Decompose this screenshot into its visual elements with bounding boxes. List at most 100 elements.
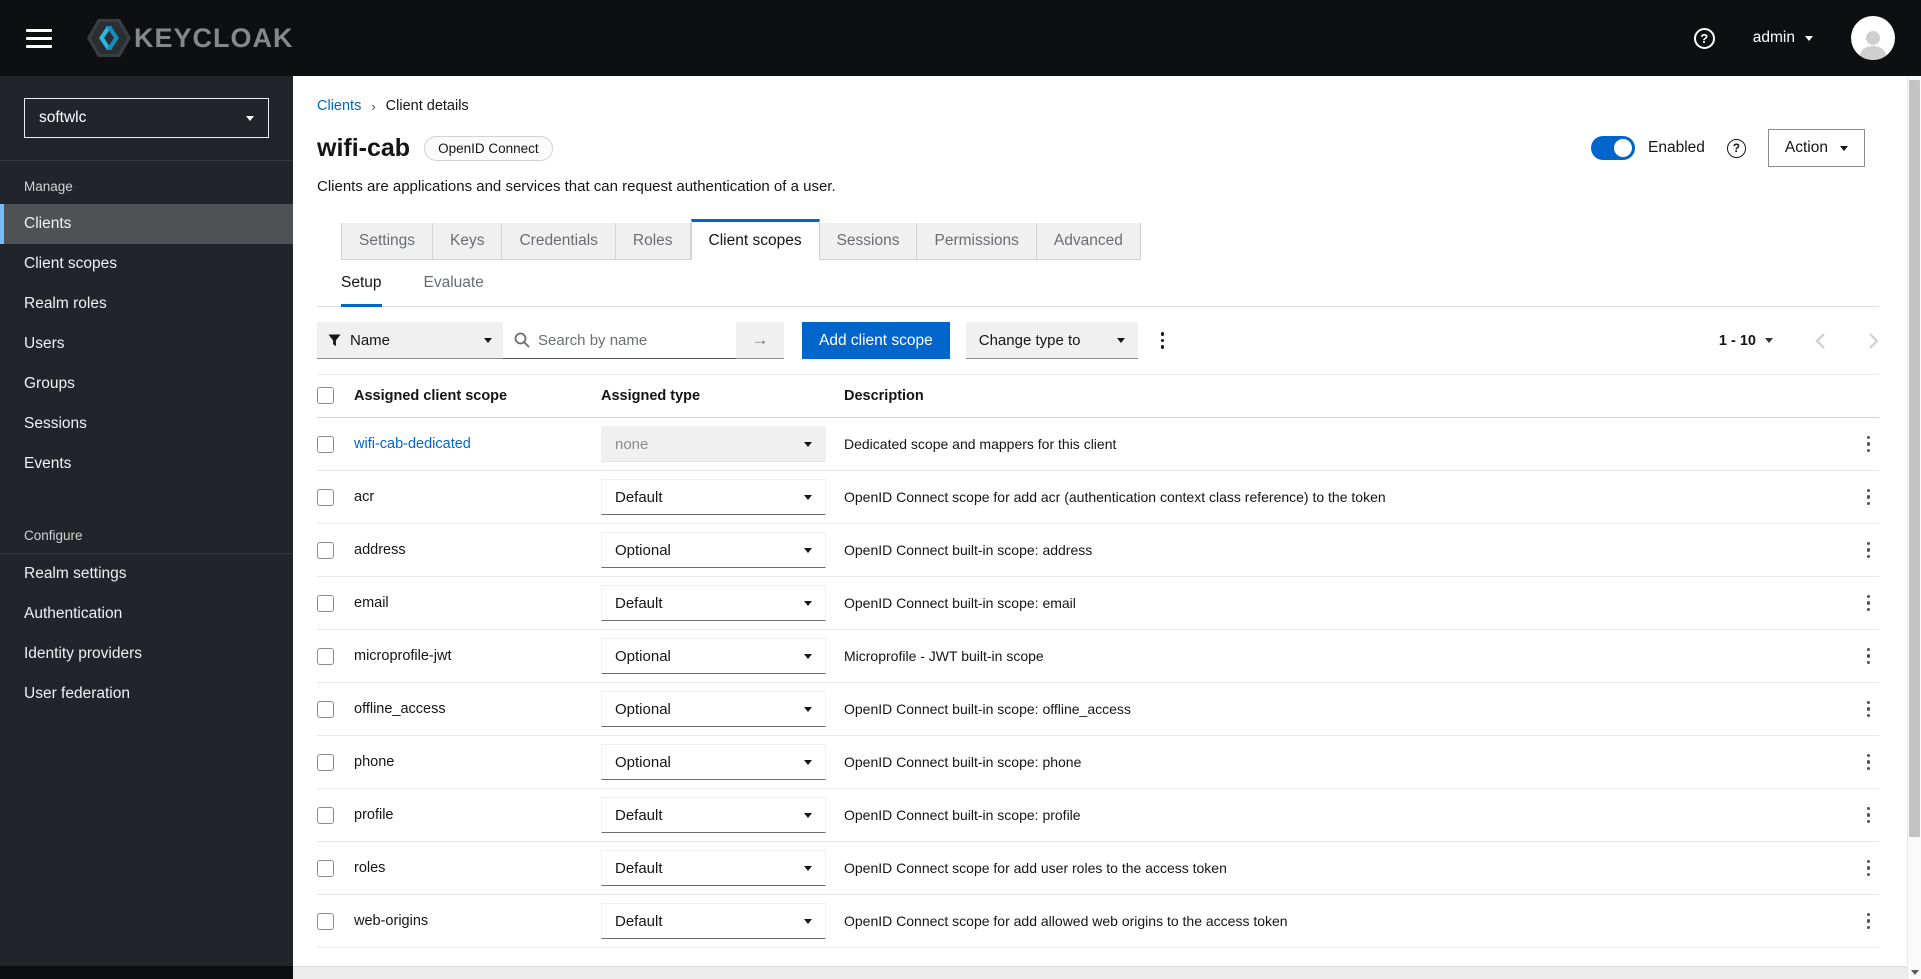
assigned-type-select[interactable]: Default (601, 850, 826, 886)
chevron-down-icon (1765, 338, 1773, 343)
person-icon (1859, 31, 1887, 60)
sidebar-item-identity-providers[interactable]: Identity providers (0, 634, 293, 674)
assigned-type-select[interactable]: Optional (601, 532, 826, 568)
assigned-type-select[interactable]: Default (601, 903, 826, 939)
scrollbar-down-arrow-icon[interactable] (1911, 970, 1919, 975)
action-dropdown[interactable]: Action (1767, 129, 1865, 167)
row-checkbox[interactable] (317, 541, 334, 559)
tab-keys[interactable]: Keys (433, 223, 503, 260)
pagination-range-dropdown[interactable]: 1 - 10 (1719, 333, 1773, 349)
tab-settings[interactable]: Settings (341, 223, 434, 260)
assigned-type-select[interactable]: Optional (601, 691, 826, 727)
assigned-type-select[interactable]: Optional (601, 744, 826, 780)
row-kebab-menu-icon[interactable] (1858, 642, 1880, 671)
tab-advanced[interactable]: Advanced (1036, 223, 1141, 260)
sidebar-item-realm-settings[interactable]: Realm settings (0, 554, 293, 594)
breadcrumb: Clients › Client details (317, 98, 1879, 114)
subtab-evaluate[interactable]: Evaluate (424, 260, 484, 307)
row-kebab-menu-icon[interactable] (1858, 854, 1880, 883)
help-icon[interactable]: ? (1693, 27, 1715, 49)
change-type-dropdown[interactable]: Change type to (965, 322, 1138, 359)
subtabs: Setup Evaluate (317, 260, 1879, 307)
assigned-type-value: Optional (615, 647, 671, 665)
scope-name: roles (354, 860, 386, 876)
realm-selector[interactable]: softwlc (24, 98, 269, 138)
pagination-next-icon[interactable] (1868, 332, 1879, 350)
row-kebab-menu-icon[interactable] (1858, 430, 1880, 459)
tab-client-scopes[interactable]: Client scopes (690, 219, 820, 260)
column-header-scope: Assigned client scope (354, 387, 508, 404)
row-checkbox[interactable] (317, 859, 334, 877)
row-kebab-menu-icon[interactable] (1858, 695, 1880, 724)
scope-description: OpenID Connect built-in scope: email (844, 595, 1076, 611)
toolbar-kebab-menu-icon[interactable] (1152, 326, 1174, 355)
row-kebab-menu-icon[interactable] (1858, 536, 1880, 565)
assigned-type-select[interactable]: Default (601, 797, 826, 833)
breadcrumb-clients-link[interactable]: Clients (317, 98, 361, 114)
chevron-down-icon (804, 706, 812, 712)
assigned-type-select[interactable]: Default (601, 585, 826, 621)
sidebar-item-groups[interactable]: Groups (0, 364, 293, 404)
pagination-prev-icon[interactable] (1815, 332, 1826, 350)
avatar[interactable] (1851, 16, 1895, 60)
tab-permissions[interactable]: Permissions (917, 223, 1037, 260)
sidebar-item-events[interactable]: Events (0, 444, 293, 484)
scope-name: email (354, 595, 389, 611)
assigned-type-value: Default (615, 488, 663, 506)
keycloak-logo-icon (87, 19, 131, 57)
row-kebab-menu-icon[interactable] (1858, 483, 1880, 512)
add-client-scope-button[interactable]: Add client scope (802, 322, 950, 359)
row-kebab-menu-icon[interactable] (1858, 907, 1880, 936)
search-input[interactable] (503, 322, 736, 359)
filter-type-dropdown[interactable]: Name (317, 322, 503, 359)
sidebar-item-realm-roles[interactable]: Realm roles (0, 284, 293, 324)
subtab-setup[interactable]: Setup (341, 260, 382, 307)
breadcrumb-separator: › (371, 98, 376, 114)
row-checkbox[interactable] (317, 700, 334, 718)
assigned-type-select[interactable]: Default (601, 479, 826, 515)
keycloak-logo[interactable]: KEYCLOAK (86, 16, 294, 60)
assigned-type-value: none (615, 435, 649, 453)
chevron-down-icon (804, 865, 812, 871)
sidebar-nav: Manage Clients Client scopes Realm roles Use… (0, 161, 293, 714)
help-icon[interactable]: ? (1726, 138, 1746, 158)
nav-toggle-hamburger-icon[interactable] (26, 28, 52, 48)
vertical-scrollbar[interactable] (1907, 76, 1921, 979)
row-checkbox[interactable] (317, 594, 334, 612)
scope-description: OpenID Connect built-in scope: address (844, 542, 1093, 558)
tab-credentials[interactable]: Credentials (502, 223, 616, 260)
assigned-type-select[interactable]: none (601, 426, 826, 462)
search-submit-arrow-icon[interactable]: → (736, 322, 784, 359)
sidebar-item-users[interactable]: Users (0, 324, 293, 364)
scope-description: OpenID Connect built-in scope: phone (844, 754, 1082, 770)
sidebar-item-sessions[interactable]: Sessions (0, 404, 293, 444)
tabs: Settings Keys Credentials Roles Client scope… (341, 219, 1141, 260)
tab-roles[interactable]: Roles (615, 223, 691, 260)
sidebar-item-client-scopes[interactable]: Client scopes (0, 244, 293, 284)
sidebar-item-authentication[interactable]: Authentication (0, 594, 293, 634)
enabled-toggle[interactable] (1591, 136, 1636, 160)
row-kebab-menu-icon[interactable] (1858, 589, 1880, 618)
scope-description: OpenID Connect scope for add acr (authen… (844, 489, 1386, 505)
sidebar-item-user-federation[interactable]: User federation (0, 674, 293, 714)
select-all-checkbox[interactable] (317, 387, 334, 404)
horizontal-scrollbar[interactable] (0, 966, 1907, 979)
tab-sessions[interactable]: Sessions (819, 223, 918, 260)
scrollbar-thumb[interactable] (1909, 80, 1920, 837)
user-menu[interactable]: admin (1753, 29, 1813, 47)
row-checkbox[interactable] (317, 488, 334, 506)
assigned-type-select[interactable]: Optional (601, 638, 826, 674)
row-checkbox[interactable] (317, 912, 334, 930)
row-kebab-menu-icon[interactable] (1858, 748, 1880, 777)
username: admin (1752, 29, 1795, 46)
row-checkbox[interactable] (317, 753, 334, 771)
scope-name-link[interactable]: wifi-cab-dedicated (354, 436, 601, 452)
row-checkbox[interactable] (317, 435, 334, 453)
row-kebab-menu-icon[interactable] (1858, 801, 1880, 830)
row-checkbox[interactable] (317, 647, 334, 665)
row-checkbox[interactable] (317, 806, 334, 824)
realm-selector-value: softwlc (39, 109, 87, 126)
sidebar-item-clients[interactable]: Clients (0, 204, 293, 244)
masthead: KEYCLOAK ? admin (0, 0, 1921, 76)
scope-description: Dedicated scope and mappers for this cli… (844, 436, 1117, 452)
